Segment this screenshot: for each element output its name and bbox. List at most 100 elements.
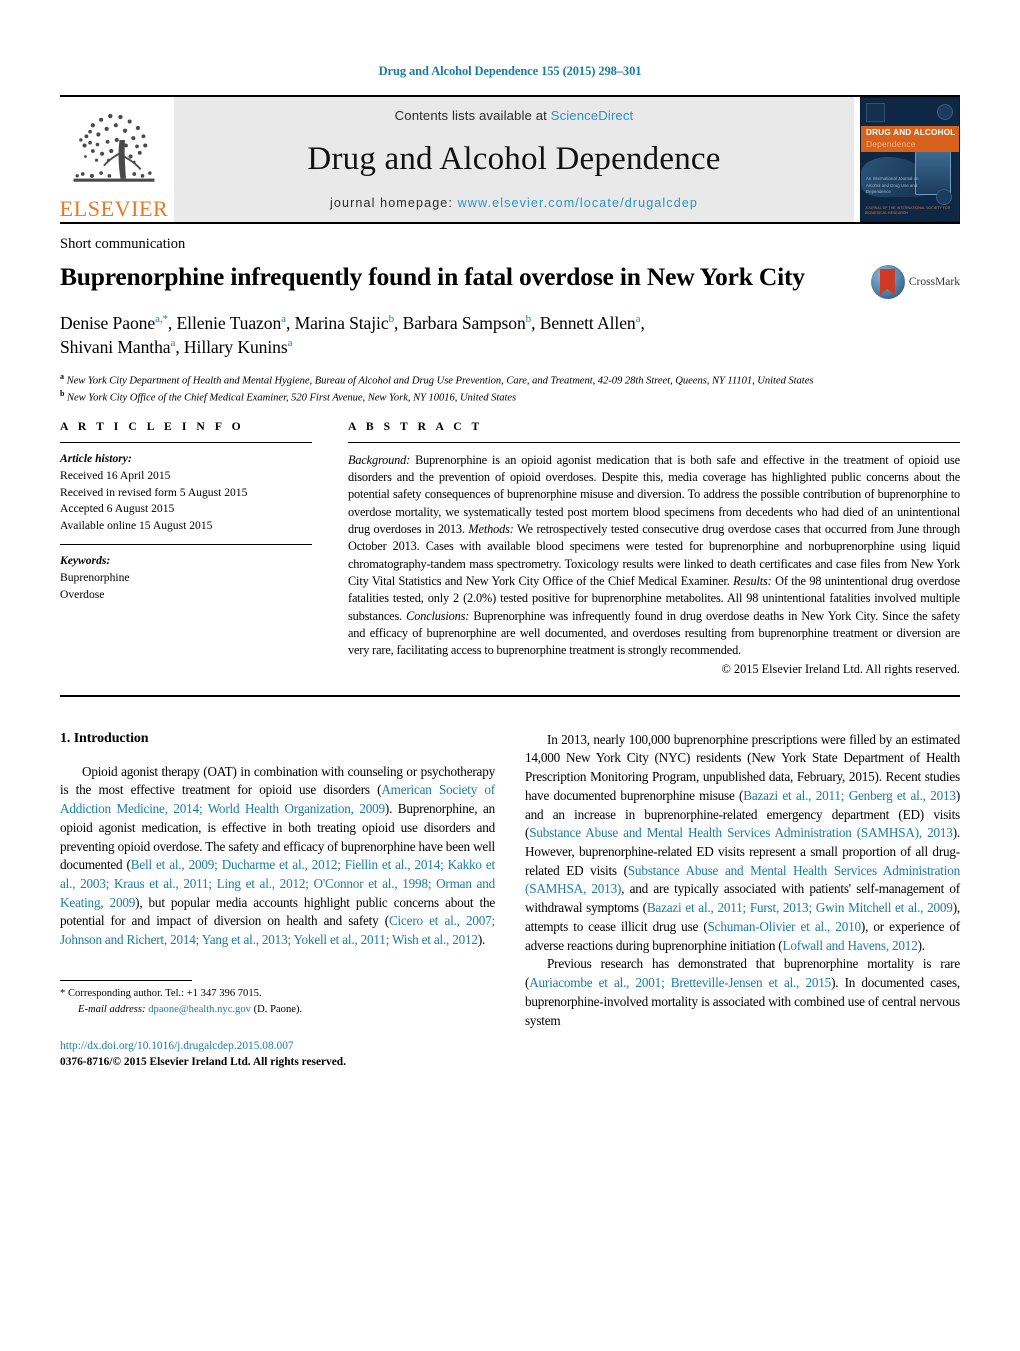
citation-link[interactable]: Auriacombe et al., 2001; Bretteville-Jen…	[529, 975, 831, 990]
cover-footer-text: JOURNAL OF THE INTERNATIONAL SOCIETY FOR…	[865, 205, 951, 216]
author-affiliation-marker: b	[388, 313, 395, 326]
citation-link[interactable]: Substance Abuse and Mental Health Servic…	[529, 825, 953, 840]
introduction-right-text: In 2013, nearly 100,000 buprenorphine pr…	[525, 731, 960, 1031]
abstract-text: Background: Buprenorphine is an opioid a…	[348, 443, 960, 660]
cover-badge-icon	[937, 104, 953, 120]
crossmark-label: CrossMark	[908, 276, 960, 288]
article-history-label: Article history:	[60, 451, 132, 465]
article-info-heading: A R T I C L E I N F O	[60, 419, 245, 433]
abstract-section: Conclusions: Buprenorphine was infrequen…	[348, 609, 960, 658]
body-column-left: 1. Introduction Opioid agonist therapy (…	[60, 731, 495, 1071]
affiliation-b-marker: b	[60, 389, 65, 399]
citation-link[interactable]: Bazazi et al., 2011; Genberg et al., 201…	[743, 788, 956, 803]
journal-banner-center: Contents lists available at ScienceDirec…	[174, 97, 854, 222]
author-list: Denise Paonea,*, Ellenie Tuazona, Marina…	[60, 313, 645, 358]
article-history-list: Received 16 April 2015 Received in revise…	[60, 468, 312, 536]
keywords-list: Buprenorphine Overdose	[60, 570, 312, 604]
page-title: Buprenorphine infrequently found in fata…	[60, 262, 805, 291]
affiliations: a New York City Department of Health and…	[60, 360, 960, 406]
email-link[interactable]: dpaone@health.nyc.gov	[148, 1004, 251, 1015]
cover-title-line2: Dependence	[866, 139, 916, 149]
author-affiliation-marker: a	[281, 313, 286, 326]
email-label: E-mail address:	[78, 1003, 146, 1015]
doi-link[interactable]: http://dx.doi.org/10.1016/j.drugalcdep.2…	[60, 1040, 294, 1052]
affiliation-b: b New York City Office of the Chief Medi…	[60, 388, 960, 406]
author-name: Barbara Sampson	[402, 313, 526, 333]
elsevier-logo: ELSEVIER	[60, 97, 168, 222]
body-column-right: In 2013, nearly 100,000 buprenorphine pr…	[525, 731, 960, 1071]
corresponding-text: Corresponding author. Tel.: +1 347 396 7…	[65, 987, 262, 999]
email-note: E-mail address: dpaone@health.nyc.gov (D…	[60, 1002, 495, 1018]
author-affiliation-marker: a	[170, 337, 176, 350]
abstract-section-label: Background:	[348, 452, 411, 467]
abstract-heading: A B S T R A C T	[348, 419, 483, 433]
author-affiliation-marker: b	[525, 313, 532, 326]
author-affiliation-marker: a	[635, 313, 641, 326]
author-name: Shivani Mantha	[60, 337, 171, 358]
article-history-item: Accepted 6 August 2015	[60, 502, 175, 516]
affiliation-a: a New York City Department of Health and…	[60, 371, 960, 389]
author-affiliation-marker: a	[287, 337, 293, 350]
abstract-copyright: © 2015 Elsevier Ireland Ltd. All rights …	[721, 661, 960, 676]
footnotes: * Corresponding author. Tel.: +1 347 396…	[60, 950, 495, 1071]
affiliation-a-text: New York City Department of Health and M…	[66, 375, 814, 387]
article-history-item: Received 16 April 2015	[60, 468, 171, 482]
journal-homepage-link[interactable]: www.elsevier.com/locate/drugalcdep	[458, 196, 698, 210]
author-name: Marina Stajic	[294, 313, 389, 333]
paragraph: Opioid agonist therapy (OAT) in combinat…	[60, 763, 495, 950]
body-columns: 1. Introduction Opioid agonist therapy (…	[60, 697, 960, 1071]
contents-label: Contents lists available at	[394, 108, 551, 123]
section-heading-introduction: 1. Introduction	[60, 730, 149, 746]
article-info-body: Article history: Received 16 April 2015 R…	[60, 443, 312, 536]
author-name: Denise Paone	[60, 313, 156, 333]
abstract-section-label: Conclusions:	[406, 608, 470, 623]
crossmark-badge[interactable]: CrossMark	[870, 263, 960, 299]
abstract-section-label: Results:	[733, 573, 772, 588]
abstract-block: A R T I C L E I N F O Article history: R…	[60, 406, 960, 677]
cover-subtitle: An International Journal on Alcohol and …	[866, 176, 919, 195]
paragraph-text: ).	[477, 932, 486, 948]
abstract-section-label: Methods:	[468, 521, 514, 536]
paragraph: In 2013, nearly 100,000 buprenorphine pr…	[525, 731, 960, 956]
issn-copyright-line: 0376-8716/© 2015 Elsevier Ireland Ltd. A…	[60, 1056, 346, 1069]
journal-title: Drug and Alcohol Dependence	[307, 141, 721, 177]
affiliation-b-text: New York City Office of the Chief Medica…	[67, 392, 517, 404]
paragraph-text: ).	[917, 937, 926, 953]
abstract-column: A B S T R A C T Background: Buprenorphin…	[348, 420, 960, 677]
paragraph: Previous research has demonstrated that …	[525, 955, 960, 1030]
author-name: Ellenie Tuazon	[176, 313, 282, 333]
doi-block: http://dx.doi.org/10.1016/j.drugalcdep.2…	[60, 1018, 495, 1071]
homepage-label: journal homepage:	[329, 196, 458, 210]
citation-link[interactable]: Schuman-Olivier et al., 2010	[708, 919, 862, 934]
crossmark-icon	[870, 265, 905, 299]
title-row: Buprenorphine infrequently found in fata…	[60, 262, 960, 299]
author-name: Bennett Allen	[539, 313, 636, 333]
journal-cover-image: DRUG AND ALCOHOL Dependence An Internati…	[860, 97, 960, 222]
running-head: Drug and Alcohol Dependence 155 (2015) 2…	[378, 64, 642, 78]
cover-elsevier-mark	[866, 103, 885, 122]
journal-homepage-line: journal homepage: www.elsevier.com/locat…	[330, 196, 698, 210]
citation-link[interactable]: Bazazi et al., 2011; Furst, 2013; Gwin M…	[647, 900, 953, 915]
sciencedirect-link[interactable]: ScienceDirect	[551, 108, 634, 123]
article-history-item: Available online 15 August 2015	[60, 519, 213, 533]
elsevier-wordmark: ELSEVIER	[59, 196, 169, 221]
author-name: Hillary Kunins	[183, 337, 288, 358]
elsevier-tree-icon	[68, 105, 160, 197]
affiliation-a-marker: a	[60, 371, 64, 381]
article-history-item: Received in revised form 5 August 2015	[60, 485, 248, 499]
keyword-item: Overdose	[60, 588, 105, 602]
corresponding-author-note: * Corresponding author. Tel.: +1 347 396…	[60, 986, 495, 1002]
keyword-item: Buprenorphine	[60, 571, 130, 585]
author-affiliation-marker: a,*	[155, 313, 168, 326]
journal-banner: ELSEVIER Contents lists available at Sci…	[60, 97, 960, 222]
article-info-column: A R T I C L E I N F O Article history: R…	[60, 420, 312, 677]
keywords-label: Keywords:	[60, 554, 111, 568]
email-suffix: (D. Paone).	[250, 1003, 303, 1015]
article-page: Drug and Alcohol Dependence 155 (2015) 2…	[0, 0, 1020, 1351]
keywords-body: Keywords: Buprenorphine Overdose	[60, 545, 312, 604]
cover-society-icon	[936, 189, 952, 205]
introduction-left-text: Opioid agonist therapy (OAT) in combinat…	[60, 763, 495, 950]
article-type: Short communication	[60, 236, 186, 252]
contents-list-line: Contents lists available at ScienceDirec…	[395, 108, 634, 123]
citation-link[interactable]: Lofwall and Havens, 2012	[783, 938, 918, 953]
